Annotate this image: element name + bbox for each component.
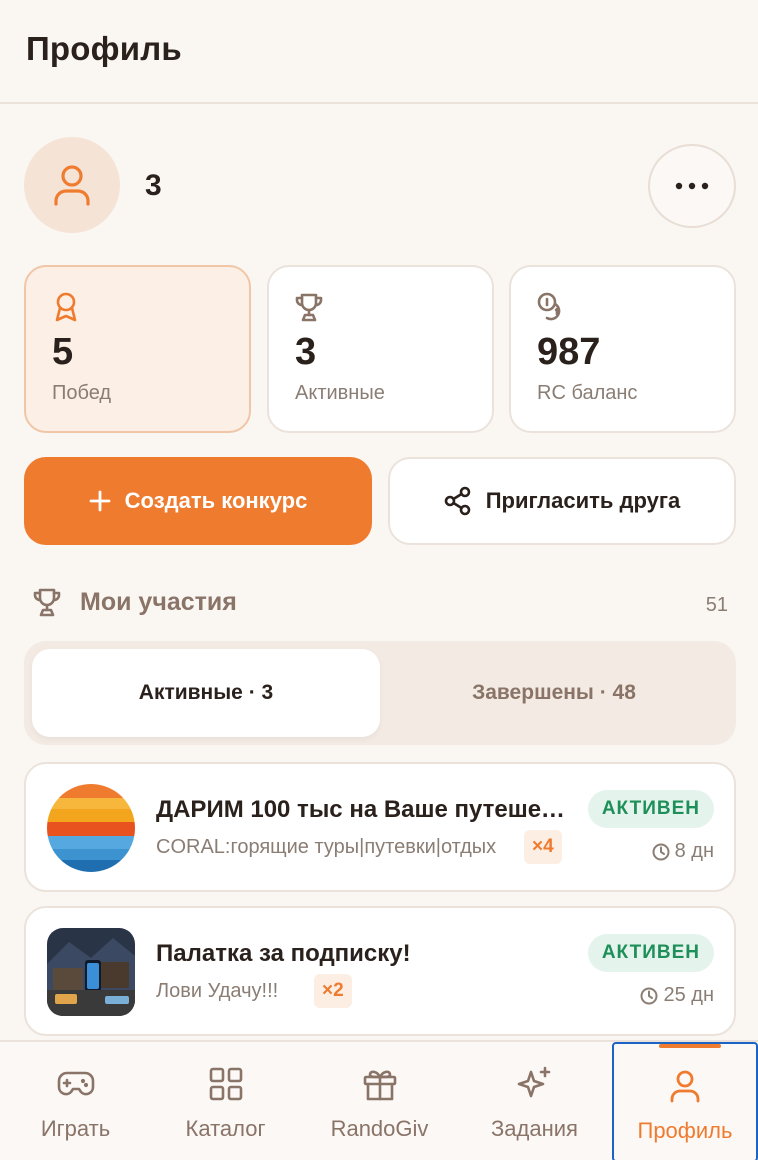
contest-channel: CORAL:горящие туры|путевки|отдых	[156, 836, 497, 858]
time-remaining: 8 дн	[652, 840, 714, 863]
nav-item-play[interactable]: Играть	[0, 1042, 151, 1160]
stat-card-wins[interactable]: 5 Побед	[24, 265, 251, 433]
active-indicator	[659, 1044, 721, 1048]
stats-row: 5 Побед 3 Активные 987 RC баланс	[24, 265, 736, 433]
page-title: Профиль	[26, 30, 182, 67]
coins-icon	[537, 292, 561, 321]
clock-icon	[640, 987, 658, 1004]
contest-card[interactable]: Палатка за подписку! Лови Удачу!!! ×2 АК…	[24, 906, 736, 1036]
stat-value: 5	[52, 331, 74, 373]
status-badge: АКТИВЕН	[587, 790, 714, 828]
user-icon	[670, 1070, 700, 1103]
nav-label: Каталог	[185, 1116, 266, 1141]
contest-channel: Лови Удачу!!!	[156, 980, 279, 1002]
nav-item-tasks[interactable]: Задания	[459, 1042, 610, 1160]
stat-label: Активные	[295, 382, 385, 404]
nav-item-profile[interactable]: Профиль	[612, 1042, 758, 1160]
gamepad-icon	[57, 1071, 94, 1096]
stat-label: RC баланс	[537, 382, 638, 404]
more-horizontal-icon	[675, 182, 709, 190]
stat-card-active[interactable]: 3 Активные	[267, 265, 494, 433]
nav-item-randogiv[interactable]: RandoGiv	[304, 1042, 455, 1160]
contest-thumbnail	[47, 784, 135, 872]
nav-label: Задания	[491, 1116, 578, 1141]
stat-card-balance[interactable]: 987 RC баланс	[509, 265, 736, 433]
top-bar: Профиль	[0, 0, 758, 104]
create-contest-label: Создать конкурс	[124, 488, 308, 513]
multiplier-badge: ×4	[524, 830, 562, 864]
clock-icon	[652, 843, 670, 860]
contest-title: ДАРИМ 100 тыс на Ваше путешествие	[156, 796, 566, 823]
contest-title: Палатка за подписку!	[156, 940, 411, 967]
participations-count: 51	[705, 594, 728, 616]
stat-value: 3	[295, 331, 317, 373]
gift-icon	[363, 1070, 396, 1101]
more-options-button[interactable]	[648, 144, 736, 228]
plus-icon	[89, 490, 111, 512]
nav-label: Играть	[40, 1116, 111, 1141]
invite-friend-label: Пригласить друга	[485, 488, 681, 513]
participations-header: Мои участия	[32, 586, 237, 618]
status-badge: АКТИВЕН	[587, 934, 714, 972]
time-remaining-label: 25 дн	[663, 984, 714, 1006]
nav-label: RandoGiv	[330, 1116, 429, 1141]
time-remaining: 25 дн	[640, 984, 714, 1007]
trophy-icon	[295, 293, 323, 322]
share-icon	[444, 486, 471, 516]
stat-label: Побед	[52, 382, 112, 404]
profile-header: 3	[24, 137, 736, 233]
contest-card[interactable]: ДАРИМ 100 тыс на Ваше путешествие CORAL:…	[24, 762, 736, 892]
multiplier-badge: ×2	[314, 974, 352, 1008]
avatar[interactable]	[24, 137, 120, 233]
nav-item-catalog[interactable]: Каталог	[150, 1042, 301, 1160]
create-contest-button[interactable]: Создать конкурс	[24, 457, 372, 545]
participations-tabs: Активные · 3 Завершены · 48	[24, 641, 736, 745]
award-icon	[55, 292, 77, 322]
username: 3	[145, 169, 162, 202]
stat-value: 987	[537, 331, 601, 373]
invite-friend-button[interactable]: Пригласить друга	[388, 457, 736, 545]
tab-finished[interactable]: Завершены · 48	[380, 649, 728, 737]
user-icon	[54, 165, 90, 206]
grid-icon	[209, 1067, 242, 1101]
time-remaining-label: 8 дн	[674, 840, 714, 862]
nav-label: Профиль	[637, 1118, 733, 1143]
tab-active[interactable]: Активные · 3	[32, 649, 380, 737]
contest-thumbnail	[47, 928, 135, 1016]
sparkles-icon	[517, 1066, 550, 1098]
participations-title: Мои участия	[80, 587, 237, 616]
bottom-navigation: Играть Каталог RandoGiv Задания Профиль	[0, 1040, 758, 1160]
trophy-icon	[33, 588, 61, 617]
